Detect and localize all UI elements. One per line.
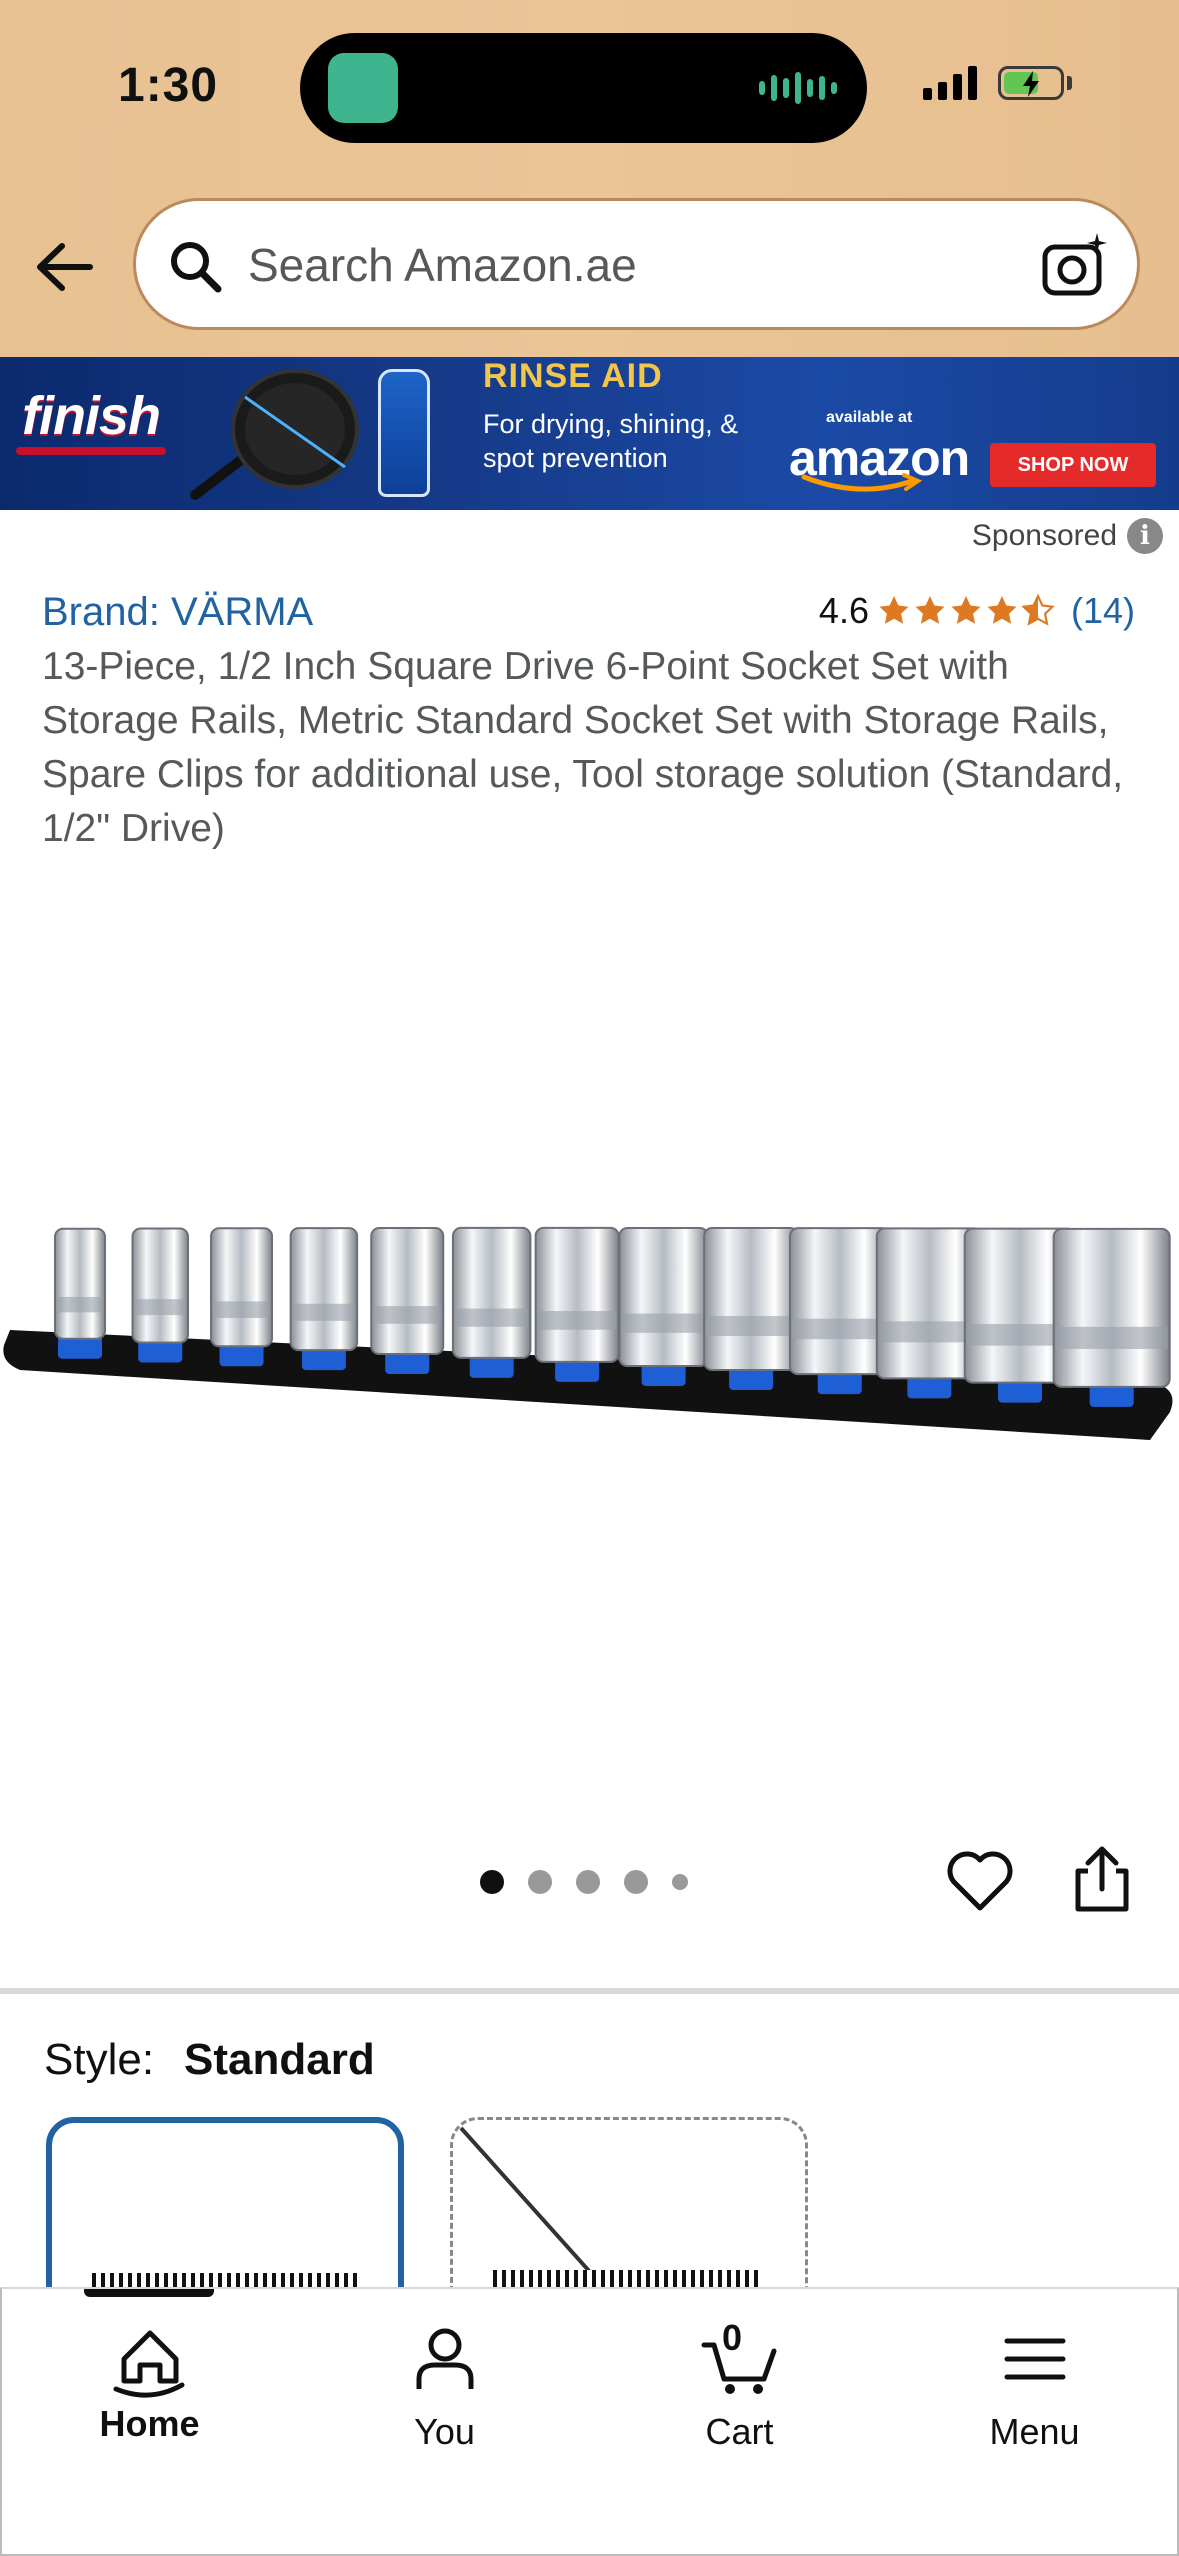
carousel-dot[interactable] — [528, 1870, 552, 1894]
carousel-dot[interactable] — [576, 1870, 600, 1894]
camera-search-icon[interactable] — [1039, 231, 1109, 301]
socket — [534, 1226, 620, 1363]
carousel-dot[interactable] — [672, 1874, 688, 1890]
share-icon[interactable] — [1070, 1845, 1134, 1915]
style-label: Style: — [44, 2035, 155, 2084]
star-full-icon — [915, 596, 945, 624]
socket — [54, 1227, 106, 1340]
rinse-aid-bottle-image — [378, 369, 430, 497]
back-arrow-icon[interactable] — [30, 232, 100, 302]
banner-available-text: available at — [826, 409, 913, 426]
style-value: Standard — [184, 2035, 375, 2084]
rating-value: 4.6 — [818, 590, 869, 631]
socket-knurl-band — [454, 1308, 529, 1327]
user-icon — [416, 2328, 473, 2389]
nav-cart[interactable]: 0 Cart — [592, 2289, 887, 2489]
socket-knurl-band — [292, 1303, 356, 1321]
rating-count[interactable]: (14) — [1071, 590, 1135, 632]
star-full-icon — [951, 596, 981, 624]
banner-brand-logo: finish — [16, 386, 166, 455]
home-icon — [113, 2330, 184, 2398]
shop-now-button[interactable]: SHOP NOW — [990, 443, 1156, 487]
banner-subline: For drying, shining, & spot prevention — [483, 409, 739, 473]
nav-home-label: Home — [99, 2403, 200, 2444]
bottom-navigation: Home You 0 Cart Menu — [0, 2287, 1179, 2556]
now-playing-app-icon — [328, 53, 398, 123]
star-full-icon — [879, 596, 909, 624]
socket-knurl-band — [706, 1316, 797, 1336]
cart-count-badge: 0 — [722, 2317, 743, 2358]
socket — [451, 1226, 532, 1359]
product-title: 13-Piece, 1/2 Inch Square Drive 6-Point … — [42, 645, 1124, 850]
nav-you[interactable]: You — [297, 2289, 592, 2489]
brand-link[interactable]: Brand: VÄRMA — [42, 590, 313, 635]
style-selector: Style: Standard — [44, 2035, 375, 2085]
socket — [370, 1226, 445, 1355]
socket-knurl-band — [213, 1301, 271, 1318]
socket-knurl-band — [57, 1296, 103, 1313]
socket — [618, 1226, 709, 1367]
banner-headline: RINSE AID — [483, 357, 663, 395]
hamburger-menu-icon — [1004, 2338, 1065, 2380]
socket — [788, 1227, 891, 1376]
socket-knurl-band — [621, 1313, 706, 1333]
heart-icon[interactable] — [946, 1848, 1014, 1916]
socket-knurl-band — [791, 1318, 888, 1340]
star-half-icon — [1021, 594, 1055, 626]
header: 1:30 — [0, 0, 1179, 357]
active-tab-indicator — [84, 2289, 214, 2297]
info-icon[interactable]: i — [1127, 518, 1163, 554]
battery-icon — [998, 66, 1064, 100]
socket — [289, 1227, 359, 1352]
carousel-dot-active[interactable] — [480, 1870, 504, 1894]
dynamic-island[interactable] — [300, 33, 867, 143]
nav-menu-label: Menu — [989, 2411, 1080, 2452]
status-time: 1:30 — [118, 59, 219, 112]
amazon-smile-icon — [801, 473, 923, 492]
socket — [210, 1227, 274, 1348]
socket — [703, 1227, 800, 1372]
cellular-signal-icon — [923, 64, 977, 100]
image-carousel-dots[interactable] — [480, 1870, 688, 1894]
star-full-icon — [987, 596, 1017, 624]
star-rating — [877, 594, 1055, 628]
section-divider — [0, 1988, 1179, 1994]
search-bar[interactable] — [133, 198, 1140, 330]
socket — [131, 1227, 190, 1344]
search-icon — [171, 242, 222, 293]
nav-you-label: You — [414, 2411, 475, 2452]
battery-nub — [1067, 76, 1072, 90]
socket-knurl-band — [537, 1311, 617, 1330]
socket — [1052, 1227, 1171, 1388]
frying-pan-image — [190, 369, 359, 500]
sponsored-banner[interactable]: finish RINSE AID For drying, shining, & … — [0, 357, 1179, 510]
search-input[interactable] — [248, 225, 948, 305]
nav-cart-label: Cart — [705, 2411, 774, 2452]
nav-home[interactable]: Home — [2, 2289, 297, 2489]
product-image[interactable] — [0, 1130, 1179, 1470]
nav-menu[interactable]: Menu — [887, 2289, 1179, 2489]
socket-knurl-band — [1055, 1326, 1168, 1349]
sponsored-text: Sponsored — [971, 519, 1117, 552]
carousel-dot[interactable] — [624, 1870, 648, 1894]
audio-wave-icon — [759, 71, 837, 105]
socket-knurl-band — [134, 1299, 187, 1316]
socket-knurl-band — [373, 1306, 442, 1324]
rating-summary[interactable]: 4.6 (14) — [819, 590, 1135, 632]
sponsored-label[interactable]: Sponsored i — [972, 518, 1163, 554]
